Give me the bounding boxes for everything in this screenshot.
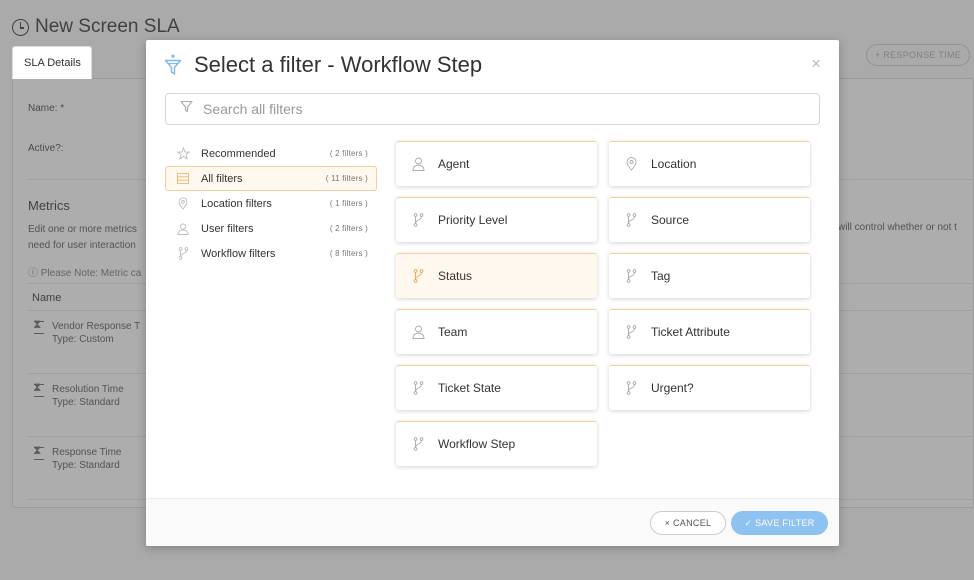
filter-label: Ticket State bbox=[438, 381, 501, 395]
user-icon bbox=[410, 156, 426, 172]
category-label: Location filters bbox=[201, 197, 272, 210]
category-count: ( 2 filters ) bbox=[329, 149, 368, 158]
category-count: ( 2 filters ) bbox=[329, 224, 368, 233]
category-workflow-filters[interactable]: Workflow filters ( 8 filters ) bbox=[165, 241, 377, 266]
workflow-icon bbox=[623, 380, 639, 396]
user-icon bbox=[410, 324, 426, 340]
user-icon bbox=[176, 222, 190, 236]
category-user-filters[interactable]: User filters ( 2 filters ) bbox=[165, 216, 377, 241]
cancel-button[interactable]: × CANCEL bbox=[650, 511, 726, 535]
filter-card-source[interactable]: Source bbox=[609, 197, 810, 242]
star-icon bbox=[176, 147, 190, 161]
location-pin-icon bbox=[623, 156, 639, 172]
close-icon[interactable]: × bbox=[811, 54, 821, 74]
category-all-filters[interactable]: All filters ( 11 filters ) bbox=[165, 166, 377, 191]
filter-card-agent[interactable]: Agent bbox=[396, 141, 597, 186]
category-label: All filters bbox=[201, 172, 243, 185]
category-label: User filters bbox=[201, 222, 254, 235]
category-location-filters[interactable]: Location filters ( 1 filters ) bbox=[165, 191, 377, 216]
filter-label: Agent bbox=[438, 157, 470, 171]
filter-category-list: Recommended ( 2 filters ) All filters ( … bbox=[165, 141, 377, 266]
category-count: ( 11 filters ) bbox=[325, 174, 368, 183]
filter-card-tag[interactable]: Tag bbox=[609, 253, 810, 298]
modal-footer: × CANCEL ✓ SAVE FILTER bbox=[146, 498, 839, 546]
workflow-icon bbox=[410, 436, 426, 452]
filter-card-ticket-state[interactable]: Ticket State bbox=[396, 365, 597, 410]
filter-label: Tag bbox=[651, 269, 671, 283]
filter-card-status[interactable]: Status bbox=[396, 253, 597, 298]
list-icon bbox=[176, 172, 190, 186]
workflow-icon bbox=[623, 324, 639, 340]
filter-label: Ticket Attribute bbox=[651, 325, 730, 339]
filter-label: Urgent? bbox=[651, 381, 694, 395]
category-label: Workflow filters bbox=[201, 247, 276, 260]
filter-label: Source bbox=[651, 213, 690, 227]
workflow-icon bbox=[410, 212, 426, 228]
category-recommended[interactable]: Recommended ( 2 filters ) bbox=[165, 141, 377, 166]
category-count: ( 8 filters ) bbox=[329, 249, 368, 258]
filter-card-location[interactable]: Location bbox=[609, 141, 810, 186]
filter-card-team[interactable]: Team bbox=[396, 309, 597, 354]
workflow-icon bbox=[410, 268, 426, 284]
filter-card-workflow-step[interactable]: Workflow Step bbox=[396, 421, 597, 466]
category-label: Recommended bbox=[201, 147, 276, 160]
filter-label: Team bbox=[438, 325, 468, 339]
workflow-icon bbox=[623, 212, 639, 228]
search-field[interactable] bbox=[165, 93, 820, 125]
workflow-icon bbox=[410, 380, 426, 396]
category-count: ( 1 filters ) bbox=[329, 199, 368, 208]
filter-label: Priority Level bbox=[438, 213, 508, 227]
filter-label: Workflow Step bbox=[438, 437, 516, 451]
filter-label: Status bbox=[438, 269, 473, 283]
tab-sla-details[interactable]: SLA Details bbox=[12, 46, 92, 79]
filter-card-urgent[interactable]: Urgent? bbox=[609, 365, 810, 410]
workflow-icon bbox=[623, 268, 639, 284]
filter-icon bbox=[180, 100, 193, 118]
workflow-icon bbox=[176, 247, 190, 261]
funnel-icon bbox=[164, 54, 182, 76]
location-pin-icon bbox=[176, 197, 190, 211]
search-input[interactable] bbox=[203, 101, 803, 117]
filter-card-ticket-attribute[interactable]: Ticket Attribute bbox=[609, 309, 810, 354]
filter-modal: Select a filter - Workflow Step × Recomm… bbox=[146, 40, 839, 546]
modal-title: Select a filter - Workflow Step bbox=[194, 52, 483, 77]
save-filter-button[interactable]: ✓ SAVE FILTER bbox=[731, 511, 828, 535]
filter-card-priority-level[interactable]: Priority Level bbox=[396, 197, 597, 242]
filter-label: Location bbox=[651, 157, 697, 171]
modal-header: Select a filter - Workflow Step bbox=[164, 52, 482, 78]
